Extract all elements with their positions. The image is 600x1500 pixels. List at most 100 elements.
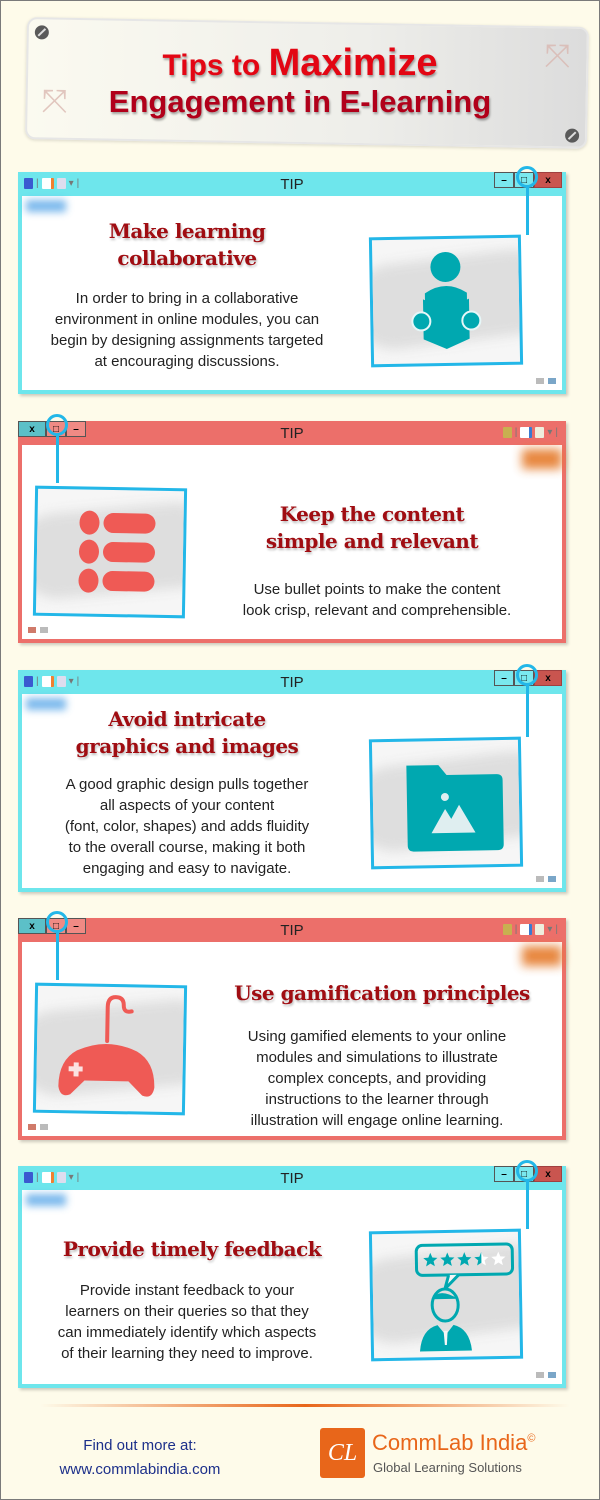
description-line: Using gamified elements to your online [247, 1028, 507, 1045]
close-button[interactable]: x [534, 1166, 562, 1182]
person-reading-icon [411, 252, 482, 349]
heading-line: Make learning [108, 219, 266, 243]
heading-line: Avoid intricate [108, 707, 266, 731]
website-link[interactable]: www.commlabindia.com [40, 1461, 240, 1478]
connector-circle [516, 664, 538, 686]
description-line: engaging and easy to navigate. [82, 860, 292, 877]
app-icon[interactable] [502, 427, 512, 438]
window-title: TIP [280, 176, 304, 193]
connector-circle [46, 414, 68, 436]
title-bar: | ▾ | TIP – □ x [18, 172, 566, 196]
new-doc-icon[interactable] [520, 924, 533, 935]
page-title-line2: Engagement in E-learning [108, 84, 492, 119]
description-line: learners on their queries so that they [65, 1303, 309, 1320]
tip-description: Use bullet points to make the content lo… [217, 579, 537, 621]
connector-circle [516, 166, 538, 188]
description-line: Use bullet points to make the content [253, 581, 501, 598]
tip-heading: Use gamification principles [232, 980, 532, 1007]
tip-window-collaborative: | ▾ | TIP – □ x Make learning collaborati… [18, 172, 566, 394]
dropdown-icon[interactable]: ▾ [547, 427, 552, 438]
status-bar-icons [536, 876, 556, 882]
description-line: illustration will engage online learning… [250, 1112, 504, 1129]
list-view-icon[interactable] [536, 1372, 544, 1378]
decorative-blur [522, 946, 562, 966]
title-bar: | ▾ | TIP – □ x [18, 1166, 566, 1190]
title-bar: x □ – TIP | ▾ | [18, 421, 566, 445]
rating-star-filled [423, 1252, 438, 1267]
illustration-frame [368, 234, 524, 368]
brand-tagline: Global Learning Solutions [373, 1460, 522, 1475]
heading-line: graphics and images [75, 734, 299, 758]
illustration-frame [32, 982, 188, 1116]
tip-heading: Make learning collaborative [52, 218, 322, 272]
connector-circle [46, 911, 68, 933]
status-bar-icons [28, 1124, 48, 1130]
tip-heading: Provide timely feedback [42, 1236, 342, 1263]
tip-description: Provide instant feedback to your learner… [32, 1280, 342, 1364]
description-line: begin by designing assignments targeted [50, 332, 324, 349]
new-doc-icon[interactable] [520, 427, 533, 438]
description-line: (font, color, shapes) and adds fluidity [64, 818, 310, 835]
close-button[interactable]: x [534, 670, 562, 686]
list-view-icon[interactable] [536, 378, 544, 384]
page-title-line1: Tips to Maximize [0, 42, 600, 85]
rating-star-empty [491, 1251, 506, 1266]
decorative-blur [522, 449, 562, 469]
open-doc-icon[interactable] [535, 427, 545, 438]
description-line: instructions to the learner through [265, 1091, 489, 1108]
window-body: Provide timely feedback Provide instant … [22, 1190, 562, 1384]
window-title: TIP [280, 674, 304, 691]
tip-window-feedback: | ▾ | TIP – □ x Provide timely feedback P… [18, 1166, 566, 1388]
minimize-button[interactable]: – [494, 670, 514, 686]
minimize-button[interactable]: – [494, 172, 514, 188]
tip-heading: Avoid intricate graphics and images [52, 706, 322, 760]
user-feedback-rating-icon [414, 1242, 515, 1352]
tip-description: In order to bring in a collaborative env… [32, 288, 342, 372]
image-view-icon[interactable] [548, 1372, 556, 1378]
quick-access-toolbar: | ▾ | [502, 924, 558, 935]
open-doc-icon[interactable] [535, 924, 545, 935]
tip-window-graphics: | ▾ | TIP – □ x Avoid intricate graphics … [18, 670, 566, 892]
description-line: can immediately identify which aspects [57, 1324, 317, 1341]
close-button[interactable]: x [534, 172, 562, 188]
list-view-icon[interactable] [536, 876, 544, 882]
tip-window-gamification: x □ – TIP | ▾ | Use gamification principl… [18, 918, 566, 1140]
dropdown-icon[interactable]: ▾ [547, 924, 552, 935]
connector-line [526, 187, 529, 235]
connector-line [56, 932, 59, 980]
footer-divider [40, 1404, 570, 1407]
description-line: at encouraging discussions. [94, 353, 280, 370]
illustration-frame [368, 736, 524, 870]
find-out-label: Find out more at: [83, 1437, 197, 1454]
app-icon[interactable] [502, 924, 512, 935]
tip-description: A good graphic design pulls together all… [32, 774, 342, 879]
image-view-icon[interactable] [28, 627, 36, 633]
list-view-icon[interactable] [40, 1124, 48, 1130]
commlab-logo: CL [320, 1428, 365, 1478]
tip-heading: Keep the content simple and relevant [222, 501, 522, 555]
description-line: to the overall course, making it both [68, 839, 306, 856]
image-view-icon[interactable] [548, 378, 556, 384]
image-view-icon[interactable] [28, 1124, 36, 1130]
heading-line: simple and relevant [265, 529, 479, 553]
status-bar-icons [28, 627, 48, 633]
minimize-button[interactable]: – [494, 1166, 514, 1182]
connector-line [526, 1181, 529, 1229]
illustration-frame [32, 485, 188, 619]
list-view-icon[interactable] [40, 627, 48, 633]
window-title: TIP [280, 1170, 304, 1187]
decorative-blur [26, 200, 66, 212]
bullet-list-icon [78, 510, 156, 593]
description-line: look crisp, relevant and comprehensible. [242, 602, 512, 619]
connector-line [526, 685, 529, 737]
description-line: environment in online modules, you can [54, 311, 320, 328]
image-view-icon[interactable] [548, 876, 556, 882]
description-line: Provide instant feedback to your [79, 1282, 295, 1299]
heading-line: collaborative [117, 246, 257, 270]
screw-icon [565, 128, 580, 143]
window-body: Use gamification principles Using gamifi… [22, 942, 562, 1136]
connector-line [56, 435, 59, 483]
connector-circle [516, 1160, 538, 1182]
status-bar-icons [536, 1372, 556, 1378]
brand-name: CommLab India© [372, 1430, 535, 1456]
